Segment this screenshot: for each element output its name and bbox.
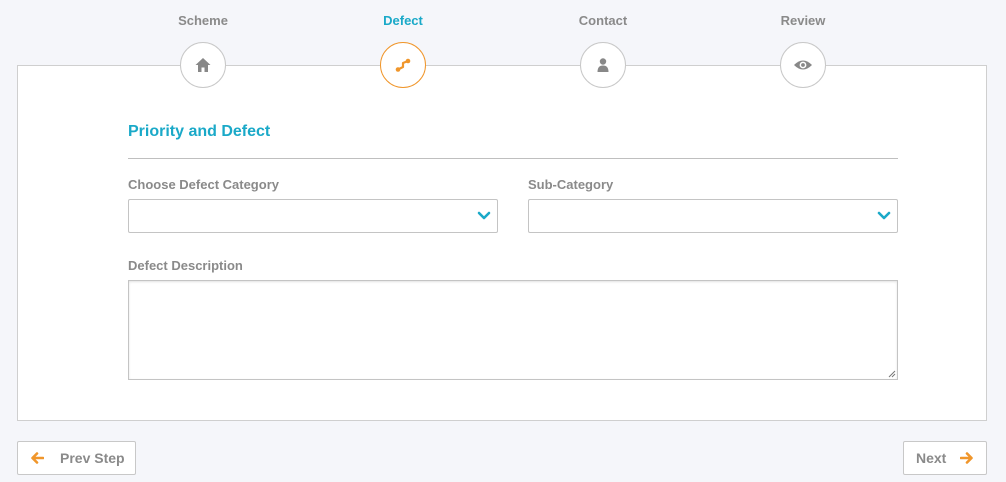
section-divider <box>128 158 898 159</box>
step-defect[interactable]: Defect <box>343 0 463 88</box>
step-label-defect: Defect <box>383 13 423 28</box>
step-label-contact: Contact <box>578 13 628 28</box>
sub-category-select[interactable] <box>528 199 898 233</box>
subcategory-label: Sub-Category <box>528 177 614 192</box>
chevron-down-icon <box>877 211 891 220</box>
prev-step-button[interactable]: Prev Step <box>17 441 136 475</box>
defect-icon <box>395 58 411 72</box>
step-contact[interactable]: Contact <box>543 0 663 88</box>
step-circle-review[interactable] <box>780 42 826 88</box>
arrow-left-icon <box>31 452 44 464</box>
step-circle-contact[interactable] <box>580 42 626 88</box>
user-icon <box>597 58 609 72</box>
wizard-steps: Scheme Defect Contact Review <box>0 0 1006 100</box>
step-circle-defect[interactable] <box>380 42 426 88</box>
category-label: Choose Defect Category <box>128 177 279 192</box>
prev-step-label: Prev Step <box>60 450 125 466</box>
section-title: Priority and Defect <box>128 123 271 140</box>
form-panel: Priority and Defect Choose Defect Catego… <box>17 65 987 421</box>
arrow-right-icon <box>960 452 974 464</box>
step-review[interactable]: Review <box>743 0 863 88</box>
chevron-down-icon <box>477 211 491 220</box>
next-label: Next <box>916 450 947 466</box>
description-label: Defect Description <box>128 258 243 273</box>
step-label-review: Review <box>780 13 826 28</box>
step-scheme[interactable]: Scheme <box>143 0 263 88</box>
resize-grip-icon[interactable] <box>886 368 896 378</box>
next-button[interactable]: Next <box>903 441 987 475</box>
eye-icon <box>794 60 812 70</box>
step-label-scheme: Scheme <box>178 13 228 28</box>
defect-description-textarea[interactable] <box>128 280 898 380</box>
defect-category-select[interactable] <box>128 199 498 233</box>
home-icon <box>195 58 211 72</box>
step-circle-scheme[interactable] <box>180 42 226 88</box>
